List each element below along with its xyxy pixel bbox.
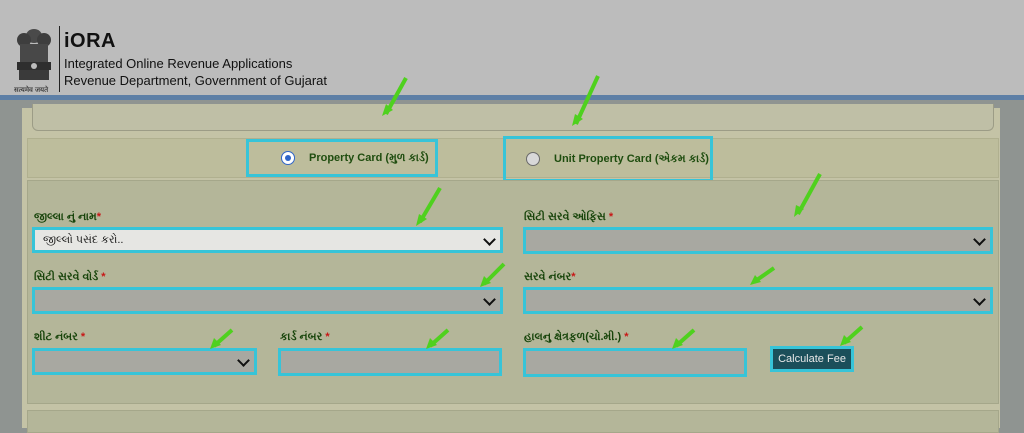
city-survey-office-label: સિટી સરવે ઓફિસ * — [524, 211, 614, 223]
card-number-label: કાર્ડ નંબર * — [280, 331, 330, 343]
chevron-down-icon — [237, 354, 250, 367]
radio-property-card-button[interactable] — [281, 151, 295, 165]
chevron-down-icon — [483, 233, 496, 246]
radio-unit-property-card-label: Unit Property Card (એકમ કાર્ડ) — [554, 152, 709, 165]
annotation-arrow-icon — [480, 262, 506, 287]
district-select[interactable]: જીલ્લો પસંદ કરો.. — [32, 227, 503, 253]
chevron-down-icon — [483, 293, 496, 306]
district-select-value: જીલ્લો પસંદ કરો.. — [43, 234, 124, 246]
brand-subtitle-1: Integrated Online Revenue Applications — [64, 56, 293, 71]
header-divider — [59, 26, 60, 92]
city-survey-ward-select[interactable] — [32, 287, 503, 314]
annotation-arrow-icon — [572, 75, 600, 126]
annotation-arrow-icon — [416, 186, 442, 226]
survey-number-label: સરવે નંબર* — [524, 271, 576, 283]
chevron-down-icon — [973, 293, 986, 306]
annotation-arrow-icon — [794, 173, 822, 217]
sheet-number-label: શીટ નંબર * — [34, 331, 86, 343]
sheet-number-select[interactable] — [32, 348, 257, 375]
annotation-arrow-icon — [672, 328, 696, 349]
current-area-input[interactable] — [523, 348, 747, 377]
annotation-arrow-icon — [382, 77, 408, 116]
site-header: सत्यमेव जयते iORA Integrated Online Reve… — [0, 0, 1024, 100]
survey-number-select[interactable] — [523, 287, 993, 314]
annotation-arrow-icon — [426, 328, 450, 349]
radio-property-card[interactable]: Property Card (મુળ કાર્ડ) — [246, 139, 438, 177]
brand-subtitle-2: Revenue Department, Government of Gujara… — [64, 73, 328, 88]
city-survey-office-select[interactable] — [523, 227, 993, 254]
emblem-motto: सत्यमेव जयते — [14, 87, 49, 94]
radio-unit-property-card-button[interactable] — [526, 152, 540, 166]
state-emblem-icon — [17, 29, 51, 80]
annotation-arrow-icon — [840, 325, 864, 346]
city-survey-ward-label: સિટી સરવે વોર્ડ * — [34, 271, 106, 283]
district-label: જીલ્લા નું નામ* — [34, 211, 102, 223]
annotation-arrow-icon — [750, 266, 776, 285]
current-area-label: હાલનુ ક્ષેત્રફળ(ચો.મી.) * — [524, 331, 629, 343]
calculate-fee-button[interactable]: Calculate Fee — [770, 346, 854, 372]
chevron-down-icon — [973, 233, 986, 246]
radio-unit-property-card[interactable]: Unit Property Card (એકમ કાર્ડ) — [503, 136, 713, 182]
bottom-strip — [27, 410, 999, 433]
top-strip — [32, 104, 994, 131]
brand-logo-text: iORA — [64, 30, 116, 52]
radio-property-card-label: Property Card (મુળ કાર્ડ) — [309, 151, 429, 164]
annotation-arrow-icon — [210, 328, 234, 349]
card-number-input[interactable] — [278, 348, 502, 376]
